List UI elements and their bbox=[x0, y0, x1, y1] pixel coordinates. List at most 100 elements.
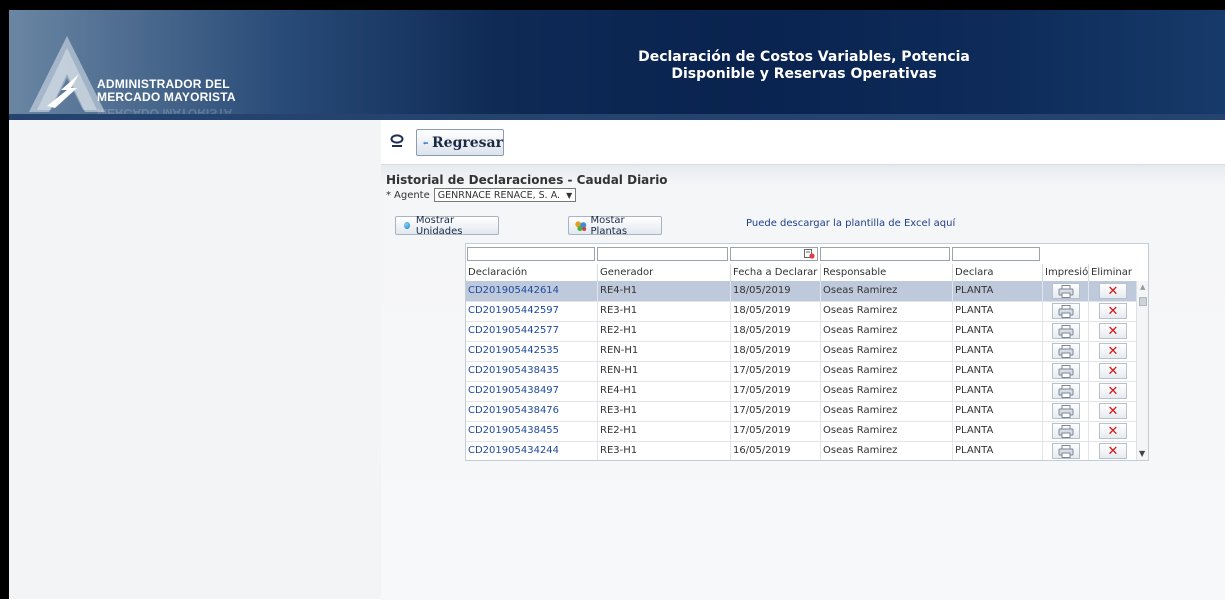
x-icon: ✕ bbox=[1107, 423, 1119, 439]
excel-template-link[interactable]: Puede descargar la plantilla de Excel aq… bbox=[746, 218, 955, 229]
cell-declaracion[interactable]: CD201905438455 bbox=[466, 421, 597, 441]
scroll-down-icon[interactable]: ▼ bbox=[1139, 449, 1145, 458]
delete-button[interactable]: ✕ bbox=[1099, 303, 1127, 319]
chevron-down-icon: ▼ bbox=[566, 190, 573, 200]
cell-fecha: 18/05/2019 bbox=[730, 321, 820, 341]
print-button[interactable] bbox=[1052, 363, 1080, 379]
cell-eliminar: ✕ bbox=[1088, 281, 1136, 301]
printer-icon bbox=[1058, 404, 1074, 418]
cell-generador: REN-H1 bbox=[597, 341, 730, 361]
cell-declaracion[interactable]: CD201905434244 bbox=[466, 441, 597, 460]
filter-responsable[interactable] bbox=[820, 247, 950, 261]
filter-generador[interactable] bbox=[597, 247, 728, 261]
delete-button[interactable]: ✕ bbox=[1099, 403, 1127, 419]
show-units-button[interactable]: Mostrar Unidades bbox=[395, 215, 499, 237]
show-plants-button[interactable]: Mostar Plantas bbox=[568, 215, 662, 237]
required-marker: * bbox=[386, 189, 391, 201]
cell-declaracion[interactable]: CD201905438435 bbox=[466, 361, 597, 381]
print-button[interactable] bbox=[1052, 423, 1080, 439]
filter-fecha[interactable] bbox=[730, 247, 818, 261]
cell-fecha: 18/05/2019 bbox=[730, 281, 820, 301]
bullet-icon bbox=[404, 222, 410, 229]
cell-impresion bbox=[1042, 441, 1088, 460]
delete-button[interactable]: ✕ bbox=[1099, 383, 1127, 399]
delete-button[interactable]: ✕ bbox=[1099, 423, 1127, 439]
plants-icon bbox=[575, 220, 587, 231]
table-row[interactable]: CD201905438455 RE2-H1 17/05/2019 Oseas Rami… bbox=[466, 421, 1136, 442]
cell-eliminar: ✕ bbox=[1088, 381, 1136, 401]
print-button[interactable] bbox=[1052, 403, 1080, 419]
cell-declara: PLANTA bbox=[952, 281, 1042, 301]
print-button[interactable] bbox=[1052, 443, 1080, 459]
col-fecha[interactable]: Fecha a Declarar bbox=[730, 264, 820, 281]
agent-select[interactable]: GENRNACE RENACE, S. A. ▼ bbox=[433, 188, 577, 202]
cell-responsable: Oseas Ramirez bbox=[820, 321, 952, 341]
table-row[interactable]: CD201905442535 REN-H1 18/05/2019 Oseas Rami… bbox=[466, 341, 1136, 362]
logo-line-2: MERCADO MAYORISTA bbox=[97, 90, 236, 104]
cell-eliminar: ✕ bbox=[1088, 421, 1136, 441]
logo-text: ADMINISTRADOR DEL MERCADO MAYORISTA bbox=[97, 78, 236, 104]
cell-fecha: 17/05/2019 bbox=[730, 401, 820, 421]
print-button[interactable] bbox=[1052, 303, 1080, 319]
calendar-clear-icon[interactable] bbox=[804, 248, 815, 259]
back-button-label: Regresar bbox=[432, 134, 503, 151]
delete-button[interactable]: ✕ bbox=[1099, 283, 1127, 299]
print-button[interactable] bbox=[1052, 323, 1080, 339]
scroll-up-icon[interactable]: ▲ bbox=[1140, 283, 1145, 291]
scroll-thumb[interactable] bbox=[1139, 297, 1147, 306]
printer-icon bbox=[1058, 444, 1074, 458]
x-icon: ✕ bbox=[1107, 323, 1119, 339]
cell-declaracion[interactable]: CD201905438497 bbox=[466, 381, 597, 401]
cell-impresion bbox=[1042, 301, 1088, 321]
left-arrow-icon bbox=[423, 140, 429, 145]
page-title: Declaración de Costos Variables, Potenci… bbox=[609, 49, 999, 83]
search-icon[interactable] bbox=[390, 134, 404, 148]
cell-fecha: 17/05/2019 bbox=[730, 361, 820, 381]
col-eliminar[interactable]: Eliminar bbox=[1088, 264, 1136, 281]
cell-declaracion[interactable]: CD201905442577 bbox=[466, 321, 597, 341]
filter-declaracion[interactable] bbox=[467, 247, 595, 261]
table-row[interactable]: CD201905438435 REN-H1 17/05/2019 Oseas Rami… bbox=[466, 361, 1136, 382]
cell-declara: PLANTA bbox=[952, 321, 1042, 341]
vertical-scrollbar[interactable]: ▲ ▼ bbox=[1136, 281, 1148, 460]
table-row[interactable]: CD201905442614 RE4-H1 18/05/2019 Oseas Rami… bbox=[466, 281, 1136, 302]
cell-fecha: 17/05/2019 bbox=[730, 381, 820, 401]
cell-generador: RE3-H1 bbox=[597, 301, 730, 321]
print-button[interactable] bbox=[1052, 343, 1080, 359]
cell-declaracion[interactable]: CD201905442614 bbox=[466, 281, 597, 301]
cell-declaracion[interactable]: CD201905442535 bbox=[466, 341, 597, 361]
printer-icon bbox=[1058, 384, 1074, 398]
printer-icon bbox=[1058, 424, 1074, 438]
col-generador[interactable]: Generador bbox=[597, 264, 730, 281]
cell-eliminar: ✕ bbox=[1088, 321, 1136, 341]
x-icon: ✕ bbox=[1107, 403, 1119, 419]
print-button[interactable] bbox=[1052, 283, 1080, 299]
col-impresion[interactable]: Impresión bbox=[1042, 264, 1088, 281]
filter-declara[interactable] bbox=[952, 247, 1040, 261]
cell-impresion bbox=[1042, 341, 1088, 361]
back-button[interactable]: Regresar bbox=[416, 129, 504, 156]
delete-button[interactable]: ✕ bbox=[1099, 363, 1127, 379]
print-button[interactable] bbox=[1052, 383, 1080, 399]
cell-impresion bbox=[1042, 421, 1088, 441]
agent-label: Agente bbox=[394, 189, 430, 201]
cell-declaracion[interactable]: CD201905442597 bbox=[466, 301, 597, 321]
delete-button[interactable]: ✕ bbox=[1099, 343, 1127, 359]
cell-eliminar: ✕ bbox=[1088, 401, 1136, 421]
col-declara[interactable]: Declara bbox=[952, 264, 1042, 281]
cell-declaracion[interactable]: CD201905438476 bbox=[466, 401, 597, 421]
cell-eliminar: ✕ bbox=[1088, 301, 1136, 321]
table-row[interactable]: CD201905434244 RE3-H1 16/05/2019 Oseas Rami… bbox=[466, 441, 1136, 460]
col-responsable[interactable]: Responsable bbox=[820, 264, 952, 281]
col-declaracion[interactable]: Declaración bbox=[466, 264, 597, 281]
table-row[interactable]: CD201905442597 RE3-H1 18/05/2019 Oseas Rami… bbox=[466, 301, 1136, 322]
table-header: Declaración Generador Fecha a Declarar R… bbox=[466, 264, 1148, 282]
delete-button[interactable]: ✕ bbox=[1099, 323, 1127, 339]
table-row[interactable]: CD201905442577 RE2-H1 18/05/2019 Oseas Rami… bbox=[466, 321, 1136, 342]
table-row[interactable]: CD201905438476 RE3-H1 17/05/2019 Oseas Rami… bbox=[466, 401, 1136, 422]
table-row[interactable]: CD201905438497 RE4-H1 17/05/2019 Oseas Rami… bbox=[466, 381, 1136, 402]
filter-row bbox=[466, 244, 1148, 263]
x-icon: ✕ bbox=[1107, 343, 1119, 359]
cell-generador: RE3-H1 bbox=[597, 441, 730, 460]
delete-button[interactable]: ✕ bbox=[1099, 443, 1127, 459]
